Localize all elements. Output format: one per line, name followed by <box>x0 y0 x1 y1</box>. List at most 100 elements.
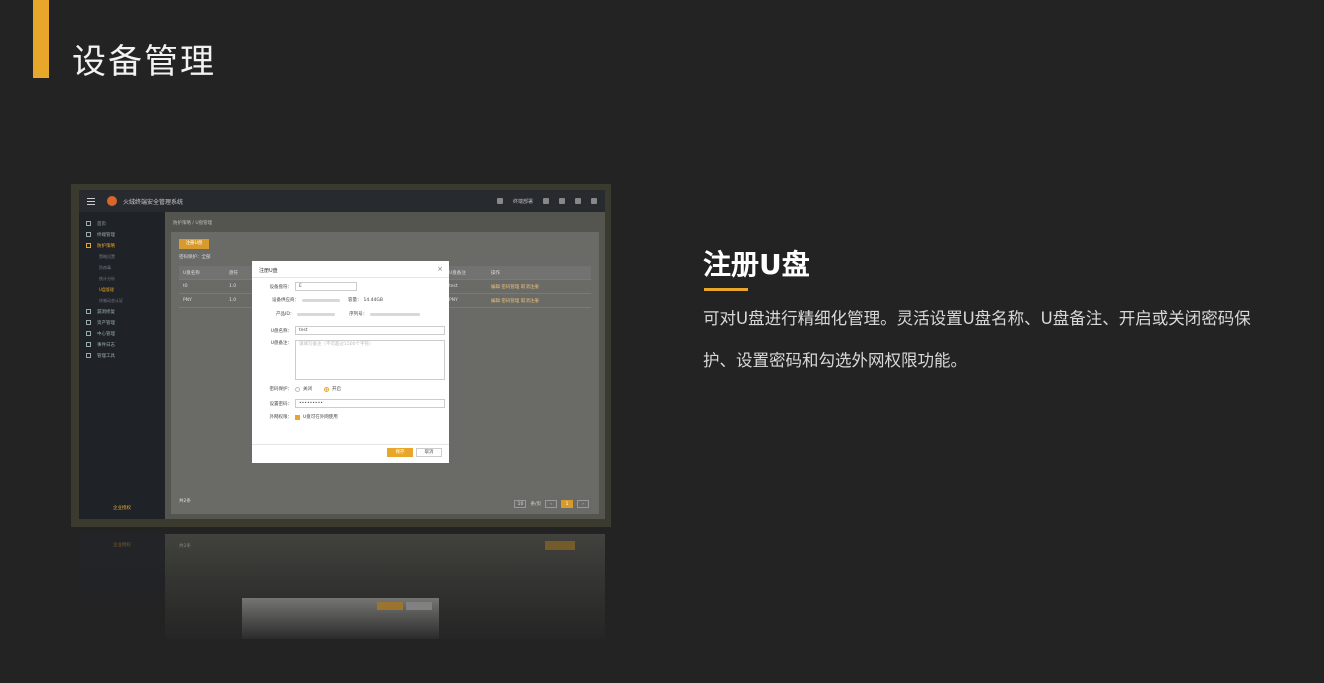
cell-note: PNY <box>449 298 458 303</box>
sidebar-item-log[interactable]: 事件日志 <box>79 339 165 350</box>
prev-page-button[interactable]: ‹ <box>545 500 557 508</box>
sidebar-sub-item-usb[interactable]: U盘管理 <box>79 284 165 295</box>
log-icon <box>86 342 91 347</box>
password-row: 设置密码： ••••••••• <box>266 399 445 408</box>
server-icon <box>86 331 91 336</box>
password-value: ••••••••• <box>299 401 323 406</box>
password-filter[interactable]: 密码保护：全部 <box>179 254 211 260</box>
external-network-row: 外网权限： U盘可在外网使用 <box>266 414 338 420</box>
reflection-footer: 企业授权 <box>113 543 131 548</box>
name-row: U盘名称： test <box>266 326 445 335</box>
capacity-label: 容量： <box>348 298 362 303</box>
sidebar-item-tools[interactable]: 管理工具 <box>79 350 165 361</box>
note-label: U盘备注： <box>270 341 292 346</box>
sidebar-item-home[interactable]: 首页 <box>79 218 165 229</box>
external-network-checkbox[interactable] <box>295 414 300 420</box>
usb-name-value: test <box>299 328 308 333</box>
bell-icon[interactable] <box>559 198 565 204</box>
next-page-button[interactable]: › <box>577 500 589 508</box>
password-on-label: 开启 <box>332 387 341 392</box>
divider <box>252 444 449 445</box>
app-topbar: 火绒终端安全管理系统 终端部署 <box>79 190 605 212</box>
globe-icon[interactable] <box>575 198 581 204</box>
page-title: 设备管理 <box>72 42 216 82</box>
screenshot-reflection: 企业授权 共2条 <box>79 534 605 639</box>
serial-value-redacted <box>370 312 421 316</box>
tool-icon <box>86 353 91 358</box>
usb-name-input[interactable]: test <box>295 326 445 335</box>
breadcrumb: 防护策略 / U盘管理 <box>173 221 213 226</box>
app-screenshot: 火绒终端安全管理系统 终端部署 首页 终端管理 防护策略 策略设置 防病毒 统计… <box>79 190 605 519</box>
reflection-modal <box>242 598 439 639</box>
home-icon[interactable] <box>543 198 549 204</box>
close-icon[interactable]: × <box>437 265 443 273</box>
deploy-label[interactable]: 终端部署 <box>513 198 533 205</box>
sidebar-item-policy[interactable]: 防护策略 <box>79 240 165 251</box>
title-accent-bar <box>33 0 49 78</box>
cell-name: PNY <box>183 298 192 303</box>
filter-label: 密码保护： <box>179 255 202 260</box>
vendor-label: 设备供应商： <box>272 298 299 303</box>
product-label: 产品ID： <box>276 312 295 317</box>
device-row: 设备盘符： E <box>266 282 357 291</box>
sidebar-item-asset[interactable]: 资产管理 <box>79 317 165 328</box>
column-header: 操作 <box>491 270 500 276</box>
serial-label: 序列号： <box>349 312 368 317</box>
sidebar-item-label: 防护策略 <box>97 243 115 249</box>
password-label: 设置密码： <box>269 401 293 407</box>
page-size-suffix: 条/页 <box>530 502 541 507</box>
cancel-button[interactable]: 取消 <box>416 448 442 457</box>
cell-note: test <box>449 284 458 289</box>
password-input[interactable]: ••••••••• <box>295 399 445 408</box>
register-usb-button[interactable]: 注册U盘 <box>179 239 209 249</box>
note-placeholder: 请填写备注（不可超过1500个字符） <box>299 342 374 347</box>
sidebar-item-label: 事件日志 <box>97 342 115 348</box>
divider <box>252 277 449 278</box>
sidebar-item-label: 资产管理 <box>97 320 115 326</box>
modal-title: 注册U盘 <box>259 268 278 274</box>
feature-underline <box>704 288 748 291</box>
reflection-sidebar: 企业授权 <box>79 534 165 639</box>
page-number-current[interactable]: 1 <box>561 500 573 508</box>
sidebar-item-label: 首页 <box>97 221 106 227</box>
deploy-icon[interactable] <box>496 198 503 204</box>
column-header: U盘备注 <box>449 270 466 276</box>
row-actions[interactable]: 编辑 密码管理 取消注册 <box>491 298 591 304</box>
name-label: U盘名称： <box>270 328 292 334</box>
note-row: U盘备注： 请填写备注（不可超过1500个字符） <box>266 340 445 380</box>
column-header: U盘名称 <box>183 270 200 276</box>
feature-description: 可对U盘进行精细化管理。灵活设置U盘名称、U盘备注、开启或关闭密码保护、设置密码… <box>703 309 1251 370</box>
sidebar-sub-item[interactable]: 终端动态认证 <box>79 295 165 306</box>
password-on-radio[interactable] <box>324 386 329 392</box>
sidebar-sub-item[interactable]: 防病毒 <box>79 262 165 273</box>
sidebar-item-label: 漏洞修复 <box>97 309 115 315</box>
password-off-radio[interactable] <box>295 386 300 392</box>
usb-note-textarea[interactable]: 请填写备注（不可超过1500个字符） <box>295 340 445 380</box>
reflection-total: 共2条 <box>179 544 191 549</box>
sidebar-item-terminal[interactable]: 终端管理 <box>79 229 165 240</box>
layers-icon <box>86 320 91 325</box>
sidebar-footer-license[interactable]: 企业授权 <box>79 505 165 511</box>
sidebar-item-center[interactable]: 中心管理 <box>79 328 165 339</box>
save-button[interactable]: 保存 <box>387 448 413 457</box>
password-protect-row: 密码保护： 关闭 开启 <box>266 386 341 392</box>
sidebar-sub-item[interactable]: 策略设置 <box>79 251 165 262</box>
row-actions[interactable]: 编辑 密码管理 取消注册 <box>491 284 591 290</box>
app-name: 火绒终端安全管理系统 <box>123 198 184 206</box>
feature-title: 注册U盘 <box>703 248 810 281</box>
page-size-select[interactable]: 10 <box>514 500 527 508</box>
reflection-cancel <box>406 602 432 610</box>
register-usb-modal: 注册U盘 × 设备盘符： E 设备供应商： 容量： 14.44GB 产品ID： … <box>252 261 449 463</box>
filter-value[interactable]: 全部 <box>202 255 211 260</box>
cell-name: t0 <box>183 284 188 289</box>
reflection-pager <box>545 541 575 550</box>
app-sidebar: 首页 终端管理 防护策略 策略设置 防病毒 统计分析 U盘管理 终端动态认证 漏… <box>79 212 165 519</box>
user-icon[interactable] <box>591 198 597 204</box>
password-protect-label: 密码保护： <box>269 387 293 392</box>
sidebar-sub-item[interactable]: 统计分析 <box>79 273 165 284</box>
vendor-value-redacted <box>302 298 340 302</box>
pagination: 10 条/页 ‹ 1 › <box>514 500 589 508</box>
sidebar-item-patch[interactable]: 漏洞修复 <box>79 306 165 317</box>
hamburger-menu-icon[interactable] <box>87 197 95 205</box>
device-select[interactable]: E <box>295 282 357 291</box>
